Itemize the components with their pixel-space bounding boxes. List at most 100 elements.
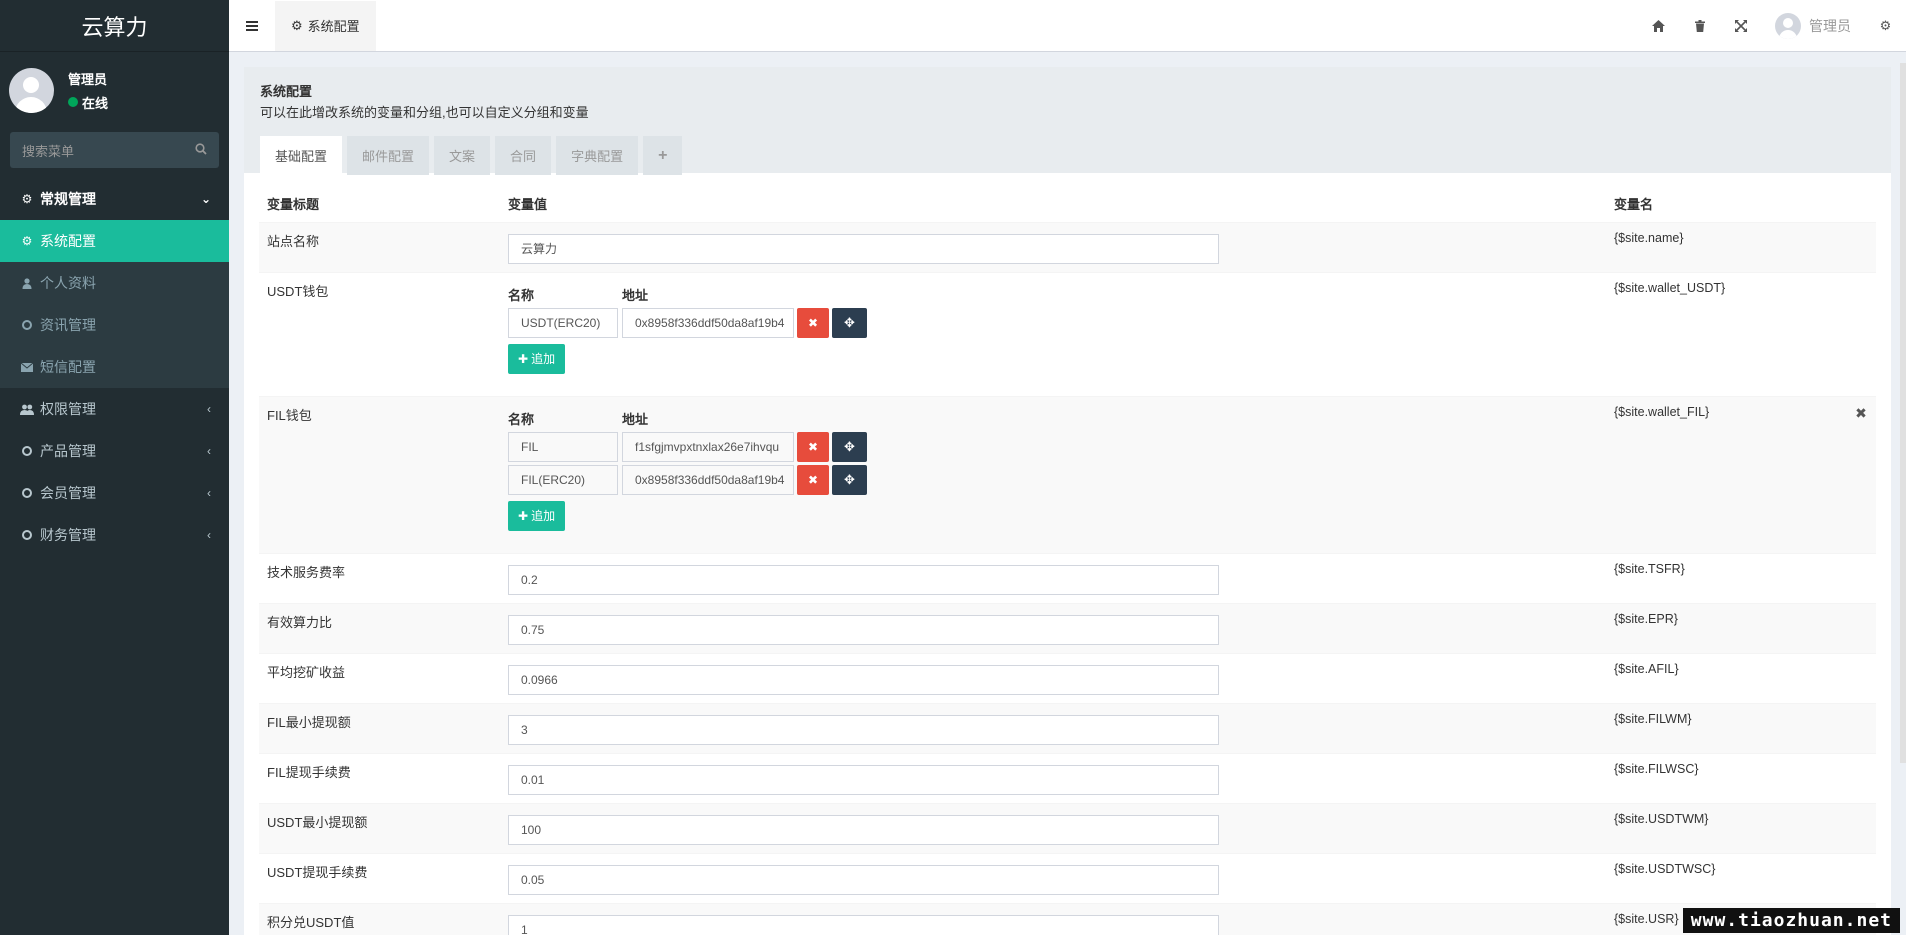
kv-col-name: 名称 (508, 412, 535, 427)
row-title: 积分兑USDT值 (259, 902, 500, 935)
kv-col-addr: 地址 (622, 412, 649, 427)
value-input[interactable]: 0.05 (508, 864, 1219, 895)
sidebar-item-profile[interactable]: 个人资料 (0, 262, 229, 304)
kv-header: 名称 地址 (508, 285, 1598, 305)
move-icon: ✥ (844, 314, 855, 330)
append-button[interactable]: ✚ 追加 (508, 343, 566, 374)
hamburger-icon (246, 20, 258, 31)
circle-icon (20, 320, 34, 330)
users-icon (20, 404, 34, 415)
remove-row-button[interactable]: ✖ (797, 464, 829, 495)
main-content: 系统配置 可以在此增改系统的变量和分组,也可以自定义分组和变量 基础配置 邮件配… (244, 67, 1891, 935)
header-title: 变量标题 (267, 197, 320, 213)
submenu-general: ⚙ 系统配置 个人资料 资讯管理 短信配置 (0, 220, 229, 388)
table-row: FIL钱包 名称 地址 FIL f1sfgjmvpxtnxlax26e7ihvq… (259, 395, 1876, 553)
home-button[interactable] (1638, 0, 1679, 52)
sidebar-item-label: 产品管理 (40, 443, 96, 459)
drag-handle[interactable]: ✥ (832, 307, 867, 338)
value-input[interactable]: 0.2 (508, 564, 1219, 595)
wallet-addr-input[interactable]: f1sfgjmvpxtnxlax26e7ihvqu (622, 431, 794, 462)
sidebar-item-label: 系统配置 (40, 233, 96, 249)
value-input[interactable]: 1 (508, 914, 1219, 935)
tab-dictionary[interactable]: 字典配置 (556, 136, 639, 175)
settings-button[interactable]: ⚙ (1865, 0, 1906, 52)
table-row: 技术服务费率 0.2 {$site.TSFR} (259, 552, 1876, 603)
value-input[interactable]: 100 (508, 814, 1219, 845)
move-icon: ✥ (844, 471, 855, 487)
topbar-actions: 管理员 ⚙ (1638, 0, 1906, 52)
header-value: 变量值 (508, 197, 548, 213)
trash-icon (1694, 20, 1705, 32)
delete-variable-button[interactable]: ✖ (1846, 395, 1876, 553)
search-icon[interactable] (195, 142, 207, 158)
wallet-name-input[interactable]: FIL(ERC20) (508, 464, 618, 495)
remove-row-button[interactable]: ✖ (797, 307, 829, 338)
row-var: {$site.EPR} (1606, 602, 1846, 653)
wallet-addr-input[interactable]: 0x8958f336ddf50da8af19b4 (622, 307, 794, 338)
kv-row: FIL f1sfgjmvpxtnxlax26e7ihvqu ✖ ✥ (508, 431, 1598, 462)
close-icon: ✖ (1855, 404, 1867, 421)
topbar-user-name: 管理员 (1809, 18, 1851, 34)
tab-copy[interactable]: 文案 (434, 136, 491, 175)
config-table: 变量标题 变量值 变量名 站点名称 云算力 {$site.name} USDT钱… (259, 186, 1876, 935)
tab-email[interactable]: 邮件配置 (347, 136, 430, 175)
kv-col-addr: 地址 (622, 288, 649, 303)
sidebar-item-label: 权限管理 (40, 401, 96, 417)
sidebar-toggle-button[interactable] (229, 0, 275, 52)
clear-cache-button[interactable] (1679, 0, 1720, 52)
user-menu[interactable]: 管理员 (1761, 13, 1865, 39)
fullscreen-button[interactable] (1720, 0, 1761, 52)
value-input[interactable]: 0.01 (508, 764, 1219, 795)
sidebar-item-news[interactable]: 资讯管理 (0, 304, 229, 346)
wallet-name-input[interactable]: USDT(ERC20) (508, 307, 618, 338)
search-input[interactable]: 搜索菜单 (10, 132, 219, 168)
remove-row-button[interactable]: ✖ (797, 431, 829, 462)
online-dot-icon (68, 97, 78, 107)
user-status: 在线 (68, 93, 108, 112)
sidebar-item-members[interactable]: 会员管理 ‹ (0, 472, 229, 514)
append-label: 追加 (531, 509, 556, 523)
panel-header: 系统配置 可以在此增改系统的变量和分组,也可以自定义分组和变量 基础配置 邮件配… (244, 67, 1891, 175)
row-var: {$site.USDTWM} (1606, 802, 1846, 853)
kv-header: 名称 地址 (508, 409, 1598, 429)
search-placeholder: 搜索菜单 (22, 143, 75, 159)
add-tab-button[interactable]: + (643, 136, 683, 175)
drag-handle[interactable]: ✥ (832, 464, 867, 495)
chevron-left-icon: ‹ (207, 402, 211, 416)
watermark: www.tiaozhuan.net (1682, 908, 1900, 933)
tab-basic[interactable]: 基础配置 (260, 136, 343, 175)
wallet-name-input[interactable]: FIL (508, 431, 618, 462)
append-button[interactable]: ✚ 追加 (508, 500, 566, 531)
row-var: {$site.wallet_USDT} (1606, 271, 1846, 396)
sidebar-item-finance[interactable]: 财务管理 ‹ (0, 514, 229, 556)
table-row: 积分兑USDT值 1 {$site.USR} (259, 902, 1876, 935)
sidebar-item-permissions[interactable]: 权限管理 ‹ (0, 388, 229, 430)
table-row: 有效算力比 0.75 {$site.EPR} (259, 602, 1876, 653)
tab-contract[interactable]: 合同 (495, 136, 552, 175)
app-logo[interactable]: 云算力 (0, 0, 229, 52)
sidebar-item-products[interactable]: 产品管理 ‹ (0, 430, 229, 472)
sidebar-item-sms[interactable]: 短信配置 (0, 346, 229, 388)
circle-icon (20, 488, 34, 498)
chevron-left-icon: ‹ (207, 528, 211, 542)
sidebar-item-system-config[interactable]: ⚙ 系统配置 (0, 220, 229, 262)
value-input[interactable]: 0.0966 (508, 664, 1219, 695)
row-title: FIL提现手续费 (259, 752, 500, 803)
close-icon: ✖ (807, 315, 819, 330)
envelope-icon (20, 362, 34, 372)
kv-row: FIL(ERC20) 0x8958f336ddf50da8af19b4 ✖ ✥ (508, 464, 1598, 495)
tab-system-config[interactable]: ⚙ 系统配置 (275, 0, 376, 51)
value-input[interactable]: 0.75 (508, 614, 1219, 645)
row-title: 有效算力比 (259, 602, 500, 653)
header-var: 变量名 (1614, 197, 1654, 213)
site-name-input[interactable]: 云算力 (508, 233, 1219, 264)
cogs-icon: ⚙ (21, 192, 33, 206)
value-input[interactable]: 3 (508, 714, 1219, 745)
drag-handle[interactable]: ✥ (832, 431, 867, 462)
wallet-addr-input[interactable]: 0x8958f336ddf50da8af19b4 (622, 464, 794, 495)
row-title: 站点名称 (259, 221, 500, 272)
page-scrollbar[interactable] (1900, 63, 1906, 763)
plus-icon: ✚ (518, 351, 529, 366)
cogs-icon: ⚙ (1879, 18, 1892, 33)
sidebar-item-general[interactable]: ⚙ 常规管理 ⌄ (0, 178, 229, 220)
